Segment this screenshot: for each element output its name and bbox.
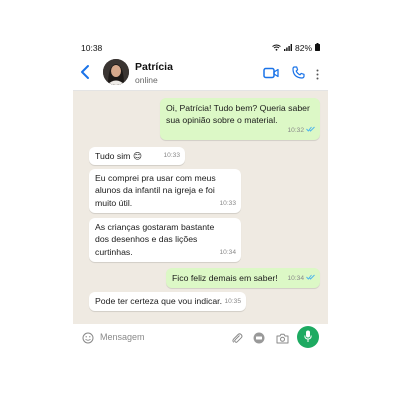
wifi-icon — [272, 43, 281, 53]
read-ticks-icon — [306, 125, 315, 137]
phone-screen: 10:38 82% Patrícia online Oi, Patrícia! … — [73, 38, 328, 350]
status-time: 10:38 — [81, 43, 103, 53]
camera-icon[interactable] — [276, 331, 289, 349]
message-bubble-incoming[interactable]: Tudo sim 😊 10:33 — [89, 147, 185, 165]
battery-percent: 82% — [294, 43, 312, 53]
video-call-icon[interactable] — [263, 66, 279, 84]
message-time: 10:34 — [287, 274, 304, 282]
status-bar: 10:38 82% — [73, 38, 328, 56]
phone-call-icon[interactable] — [292, 66, 305, 84]
message-time: 10:33 — [163, 151, 180, 159]
contact-name[interactable]: Patrícia — [135, 61, 173, 73]
message-time: 10:35 — [224, 297, 241, 305]
read-ticks-icon — [306, 273, 315, 285]
payment-icon[interactable] — [253, 331, 265, 349]
attachment-icon[interactable] — [231, 331, 243, 349]
message-bubble-incoming[interactable]: As crianças gostaram bastante dos desenh… — [89, 218, 241, 262]
chat-header: Patrícia online — [73, 56, 328, 91]
microphone-icon — [304, 330, 312, 348]
message-text: Pode ter certeza que vou indicar. — [95, 296, 223, 306]
more-options-icon[interactable] — [316, 67, 319, 85]
battery-icon — [315, 43, 320, 53]
contact-avatar[interactable] — [103, 59, 129, 85]
message-bubble-incoming[interactable]: Eu comprei pra usar com meus alunos da i… — [89, 169, 241, 213]
message-list: Oi, Patrícia! Tudo bem? Queria saber sua… — [73, 91, 328, 324]
message-input[interactable]: Mensagem — [100, 332, 145, 342]
back-arrow-icon[interactable] — [79, 64, 91, 85]
message-bubble-outgoing[interactable]: Oi, Patrícia! Tudo bem? Queria saber sua… — [160, 98, 320, 140]
message-time: 10:34 — [219, 248, 236, 256]
signal-icon — [283, 43, 292, 53]
emoji-icon[interactable] — [82, 331, 94, 349]
message-input-bar: Mensagem — [73, 324, 328, 350]
message-time: 10:33 — [219, 199, 236, 207]
contact-status: online — [135, 75, 158, 85]
voice-message-button[interactable] — [297, 326, 319, 348]
message-bubble-outgoing[interactable]: Fico feliz demais em saber! 10:34 — [166, 268, 320, 288]
message-time: 10:32 — [287, 126, 304, 134]
message-text: Eu comprei pra usar com meus alunos da i… — [95, 173, 216, 208]
message-bubble-incoming[interactable]: Pode ter certeza que vou indicar. 10:35 — [89, 292, 246, 311]
message-text: As crianças gostaram bastante dos desenh… — [95, 222, 215, 257]
